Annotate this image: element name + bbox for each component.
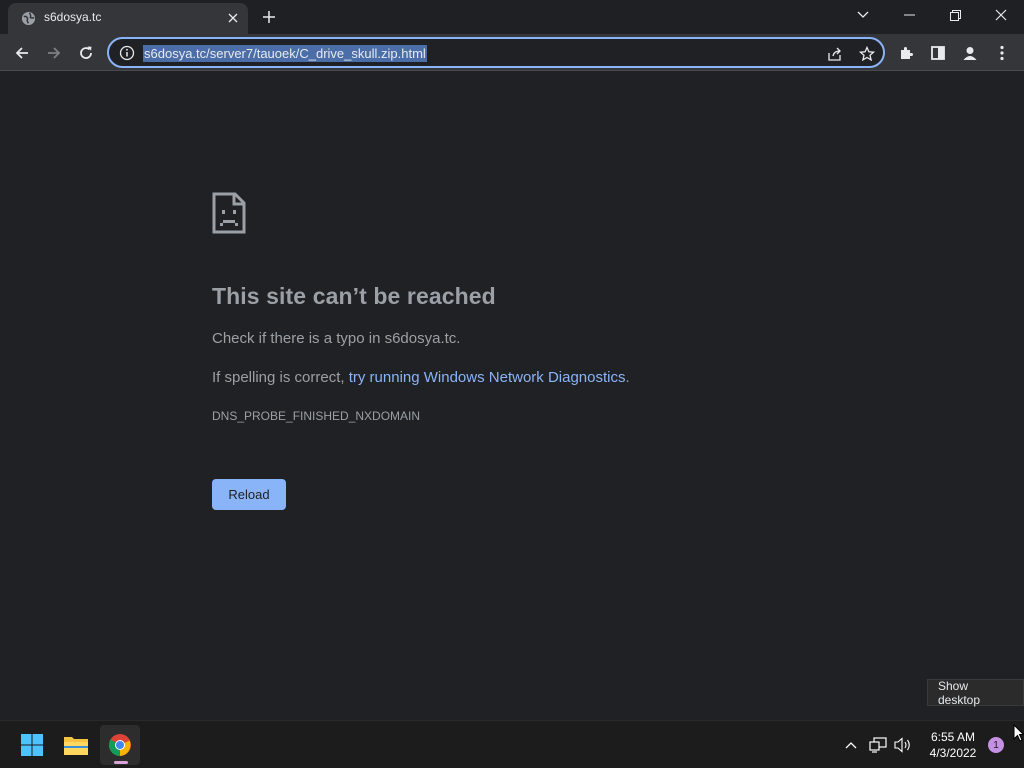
browser-toolbar: s6dosya.tc/server7/tauoek/C_drive_skull.… — [0, 34, 1024, 71]
error-typo-hint: Check if there is a typo in s6dosya.tc. — [212, 330, 461, 347]
error-title: This site can’t be reached — [212, 283, 496, 309]
close-window-icon[interactable] — [978, 0, 1024, 30]
windows-start-icon[interactable] — [12, 725, 52, 765]
error-code: DNS_PROBE_FINISHED_NXDOMAIN — [212, 409, 421, 423]
diagnostics-prefix: If spelling is correct, — [212, 369, 349, 386]
network-icon[interactable] — [868, 735, 888, 755]
network-diagnostics-link[interactable]: try running Windows Network Diagnostics — [349, 369, 626, 386]
close-tab-icon[interactable] — [224, 9, 242, 27]
share-icon[interactable] — [825, 44, 845, 64]
new-tab-icon[interactable] — [259, 7, 279, 27]
page-content: This site can’t be reached Check if ther… — [0, 72, 1024, 720]
menu-icon[interactable] — [988, 39, 1016, 67]
site-info-icon[interactable] — [118, 44, 136, 62]
forward-icon[interactable] — [40, 39, 68, 67]
file-explorer-icon[interactable] — [56, 725, 96, 765]
diagnostics-suffix: . — [625, 369, 630, 386]
clock-date: 4/3/2022 — [929, 746, 977, 760]
tab-search-icon[interactable] — [840, 0, 886, 30]
url-text[interactable]: s6dosya.tc/server7/tauoek/C_drive_skull.… — [143, 45, 427, 62]
tab-active[interactable]: s6dosya.tc — [8, 3, 248, 34]
reload-icon[interactable] — [72, 39, 100, 67]
tab-title: s6dosya.tc — [44, 10, 102, 24]
side-panel-icon[interactable] — [924, 39, 952, 67]
notification-badge[interactable]: 1 — [988, 737, 1004, 753]
bookmark-star-icon[interactable] — [857, 44, 877, 64]
chrome-icon[interactable] — [100, 725, 140, 765]
reload-button[interactable]: Reload — [212, 479, 286, 510]
address-bar[interactable]: s6dosya.tc/server7/tauoek/C_drive_skull.… — [107, 37, 885, 68]
minimize-icon[interactable] — [886, 0, 932, 30]
restore-icon[interactable] — [932, 0, 978, 30]
globe-icon — [21, 11, 36, 26]
mouse-cursor-icon — [1013, 723, 1024, 747]
extensions-icon[interactable] — [892, 39, 920, 67]
sad-page-icon — [212, 192, 246, 239]
volume-icon[interactable] — [893, 735, 913, 755]
profile-icon[interactable] — [956, 39, 984, 67]
taskbar-clock[interactable]: 6:55 AM 4/3/2022 — [918, 729, 988, 761]
title-bar: s6dosya.tc — [0, 0, 1024, 34]
error-diagnostics-hint: If spelling is correct, try running Wind… — [212, 369, 630, 386]
taskbar: 6:55 AM 4/3/2022 1 — [0, 720, 1024, 768]
chevron-up-icon[interactable] — [841, 735, 861, 755]
active-app-indicator — [114, 761, 128, 764]
clock-time: 6:55 AM — [930, 730, 976, 744]
back-icon[interactable] — [8, 39, 36, 67]
show-desktop-tooltip: Show desktop — [927, 679, 1024, 707]
